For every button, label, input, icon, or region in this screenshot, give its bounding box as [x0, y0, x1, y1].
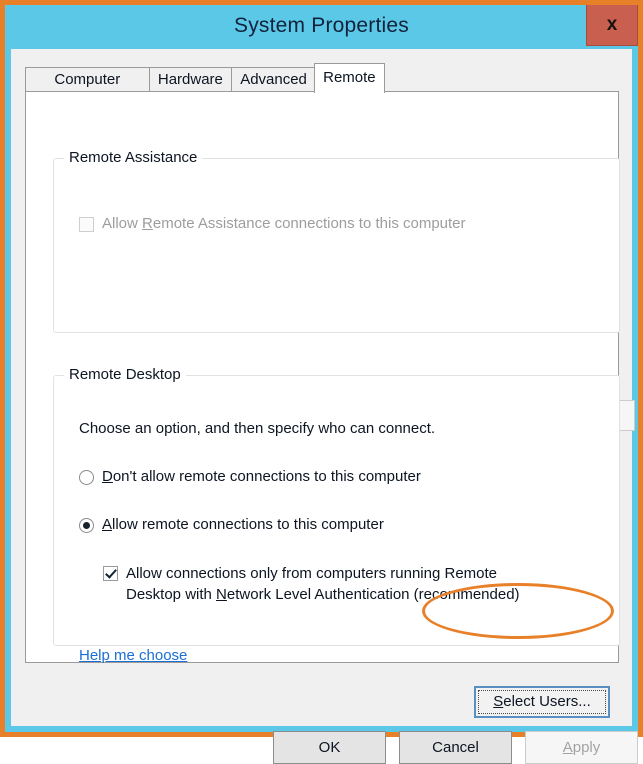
- select-users-button[interactable]: Select Users...: [474, 686, 610, 718]
- remote-desktop-instruction: Choose an option, and then specify who c…: [79, 420, 436, 437]
- window-title: System Properties: [234, 14, 409, 37]
- allow-remote-assistance-checkbox[interactable]: [79, 217, 94, 232]
- remote-desktop-group: Remote Desktop Choose an option, and the…: [53, 366, 620, 664]
- close-icon[interactable]: x: [586, 5, 638, 46]
- tab-advanced[interactable]: Advanced: [231, 67, 315, 92]
- tab-remote[interactable]: Remote: [313, 63, 385, 93]
- tab-hardware[interactable]: Hardware: [148, 67, 233, 92]
- allow-remote-assistance-label: Allow Remote Assistance connections to t…: [102, 215, 466, 232]
- nla-label: Allow connections only from computers ru…: [126, 565, 520, 603]
- tab-page-remote: Remote Assistance Allow Remote Assistanc…: [25, 91, 635, 718]
- remote-assistance-group: Remote Assistance Allow Remote Assistanc…: [53, 149, 635, 431]
- title-bar: System Properties x: [5, 5, 638, 53]
- system-properties-window: System Properties x Computer Name Hardwa…: [5, 5, 638, 764]
- tab-computer-name[interactable]: Computer Name: [25, 67, 150, 111]
- ok-button[interactable]: OK: [273, 731, 386, 764]
- allow-remote-label: Allow remote connections to this compute…: [102, 516, 384, 533]
- apply-button[interactable]: Apply: [525, 731, 638, 764]
- cancel-button[interactable]: Cancel: [399, 731, 512, 764]
- dialog-body: Computer Name Hardware Advanced Remote R…: [11, 49, 638, 764]
- help-me-choose-link[interactable]: Help me choose: [79, 647, 187, 664]
- nla-checkbox[interactable]: [103, 566, 118, 581]
- dont-allow-remote-label: Don't allow remote connections to this c…: [102, 468, 421, 485]
- tab-strip: Computer Name Hardware Advanced Remote: [25, 63, 619, 111]
- allow-remote-radio[interactable]: [79, 518, 94, 533]
- remote-desktop-group-title: Remote Desktop: [64, 366, 186, 383]
- dont-allow-remote-radio[interactable]: [79, 470, 94, 485]
- remote-assistance-group-title: Remote Assistance: [64, 149, 203, 166]
